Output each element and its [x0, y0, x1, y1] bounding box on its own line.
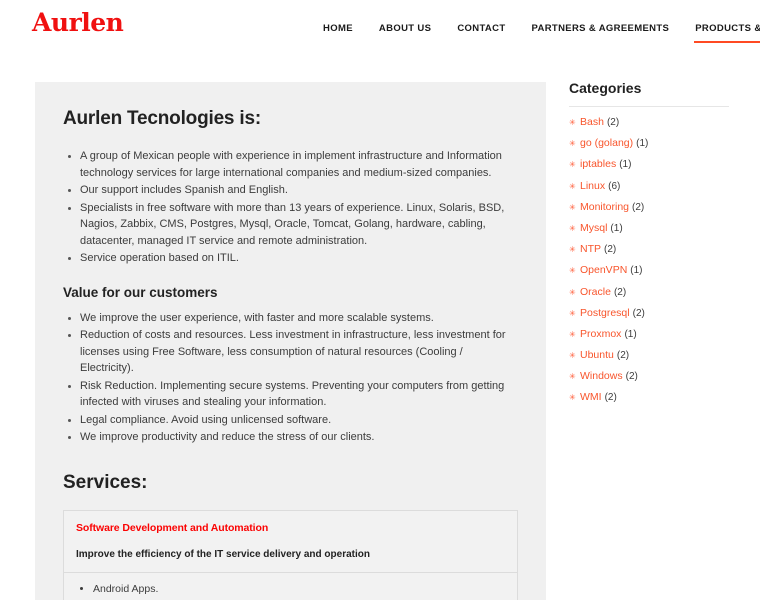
about-list: A group of Mexican people with experienc… [63, 148, 518, 267]
services-heading: Services: [63, 471, 148, 493]
sidebar-item-wmi[interactable]: WMI [580, 391, 602, 403]
nav-item-home[interactable]: HOME [310, 23, 366, 35]
category-count: (2) [604, 392, 617, 404]
list-item: ✳ Bash (2) [569, 116, 744, 128]
list-item: ✳ Mysql (1) [569, 222, 744, 234]
service-header: Software Development and Automation Impr… [64, 511, 517, 572]
list-item: ✳ OpenVPN (1) [569, 264, 744, 276]
category-count: (2) [632, 307, 645, 319]
list-item: ✳ go (golang) (1) [569, 137, 744, 149]
list-item: We improve the user experience, with fas… [80, 310, 518, 327]
list-item: ✳ iptables (1) [569, 158, 744, 170]
list-item: A group of Mexican people with experienc… [80, 148, 518, 181]
list-item: ✳ Ubuntu (2) [569, 349, 744, 361]
brand-logo[interactable]: Aurlen [32, 10, 124, 35]
list-item: Backed Development in Go (golang), web y… [93, 597, 505, 600]
category-count: (2) [613, 286, 627, 298]
asterisk-bullet-icon: ✳ [569, 287, 576, 297]
asterisk-bullet-icon: ✳ [569, 202, 576, 212]
services-table: Software Development and Automation Impr… [63, 509, 518, 600]
asterisk-bullet-icon: ✳ [569, 351, 576, 361]
sidebar-item-windows[interactable]: Windows [580, 370, 623, 382]
category-count: (1) [619, 159, 632, 171]
sidebar-item-mysql[interactable]: Mysql [580, 222, 607, 234]
list-item: ✳ Monitoring (2) [569, 201, 744, 213]
list-item: ✳ WMI (2) [569, 391, 744, 403]
asterisk-bullet-icon: ✳ [569, 329, 576, 339]
asterisk-bullet-icon: ✳ [569, 245, 576, 255]
list-item: ✳ Proxmox (1) [569, 328, 744, 340]
main-navigation: HOME ABOUT US CONTACT PARTNERS & AGREEME… [310, 21, 760, 43]
list-item: Service operation based on ITIL. [80, 250, 518, 267]
main-content-card: Aurlen Tecnologies is: A group of Mexica… [35, 82, 546, 600]
service-item-list: Android Apps. Backed Development in Go (… [76, 581, 505, 600]
list-item: ✳ Linux (6) [569, 180, 744, 192]
service-title: Software Development and Automation [76, 521, 269, 534]
sidebar-item-bash[interactable]: Bash [580, 116, 604, 128]
sidebar: Categories ✳ Bash (2) ✳ go (golang) (1) … [569, 80, 744, 413]
category-count: (2) [625, 371, 638, 383]
list-item: Specialists in free software with more t… [80, 200, 518, 250]
category-count: (1) [636, 138, 649, 150]
asterisk-bullet-icon: ✳ [569, 139, 576, 149]
category-count: (2) [616, 350, 630, 362]
list-item: Legal compliance. Avoid using unlicensed… [80, 412, 518, 429]
asterisk-bullet-icon: ✳ [569, 160, 576, 170]
sidebar-item-openvpn[interactable]: OpenVPN [580, 264, 627, 276]
asterisk-bullet-icon: ✳ [569, 266, 576, 276]
list-item: ✳ Postgresql (2) [569, 307, 744, 319]
list-item: We improve productivity and reduce the s… [80, 429, 518, 446]
asterisk-bullet-icon: ✳ [569, 308, 576, 318]
list-item: Our support includes Spanish and English… [80, 182, 518, 199]
asterisk-bullet-icon: ✳ [569, 118, 576, 127]
value-heading: Value for our customers [63, 284, 218, 300]
sidebar-item-proxmox[interactable]: Proxmox [580, 328, 621, 340]
sidebar-title: Categories [569, 80, 642, 96]
list-item: ✳ NTP (2) [569, 243, 744, 255]
list-item: Android Apps. [93, 581, 505, 597]
service-subtitle: Improve the efficiency of the IT service… [76, 548, 370, 560]
list-item: Reduction of costs and resources. Less i… [80, 327, 518, 377]
category-count: (1) [610, 222, 623, 234]
sidebar-item-ntp[interactable]: NTP [580, 243, 601, 255]
category-count: (2) [632, 201, 645, 213]
sidebar-item-monitoring[interactable]: Monitoring [580, 201, 629, 213]
sidebar-divider [569, 106, 729, 107]
sidebar-item-linux[interactable]: Linux [580, 180, 605, 192]
list-item: ✳ Windows (2) [569, 370, 744, 382]
sidebar-item-oracle[interactable]: Oracle [580, 286, 611, 298]
nav-item-products-services[interactable]: PRODUCTS & SERVICES [682, 23, 760, 43]
list-item: Risk Reduction. Implementing secure syst… [80, 378, 518, 411]
asterisk-bullet-icon: ✳ [569, 181, 576, 191]
sidebar-item-iptables[interactable]: iptables [580, 158, 616, 170]
site-header: Aurlen HOME ABOUT US CONTACT PARTNERS & … [0, 0, 760, 56]
category-list: ✳ Bash (2) ✳ go (golang) (1) ✳ iptables … [569, 116, 744, 403]
category-count: (1) [624, 328, 637, 340]
asterisk-bullet-icon: ✳ [569, 372, 576, 382]
service-block-software-development: Software Development and Automation Impr… [64, 511, 517, 600]
category-count: (6) [608, 180, 621, 192]
category-count: (1) [630, 265, 643, 277]
asterisk-bullet-icon: ✳ [569, 223, 576, 233]
nav-item-contact[interactable]: CONTACT [444, 23, 518, 35]
value-list: We improve the user experience, with fas… [63, 310, 518, 446]
category-count: (2) [604, 244, 617, 256]
category-count: (2) [606, 117, 620, 128]
sidebar-item-go-golang[interactable]: go (golang) [580, 137, 633, 149]
list-item: ✳ Oracle (2) [569, 286, 744, 298]
sidebar-item-postgresql[interactable]: Postgresql [580, 307, 630, 319]
page-title: Aurlen Tecnologies is: [63, 108, 261, 129]
nav-item-partners-agreements[interactable]: PARTNERS & AGREEMENTS [519, 23, 683, 35]
service-body: Android Apps. Backed Development in Go (… [64, 571, 517, 600]
asterisk-bullet-icon: ✳ [569, 393, 576, 403]
nav-item-about-us[interactable]: ABOUT US [366, 23, 444, 35]
sidebar-item-ubuntu[interactable]: Ubuntu [580, 349, 614, 361]
